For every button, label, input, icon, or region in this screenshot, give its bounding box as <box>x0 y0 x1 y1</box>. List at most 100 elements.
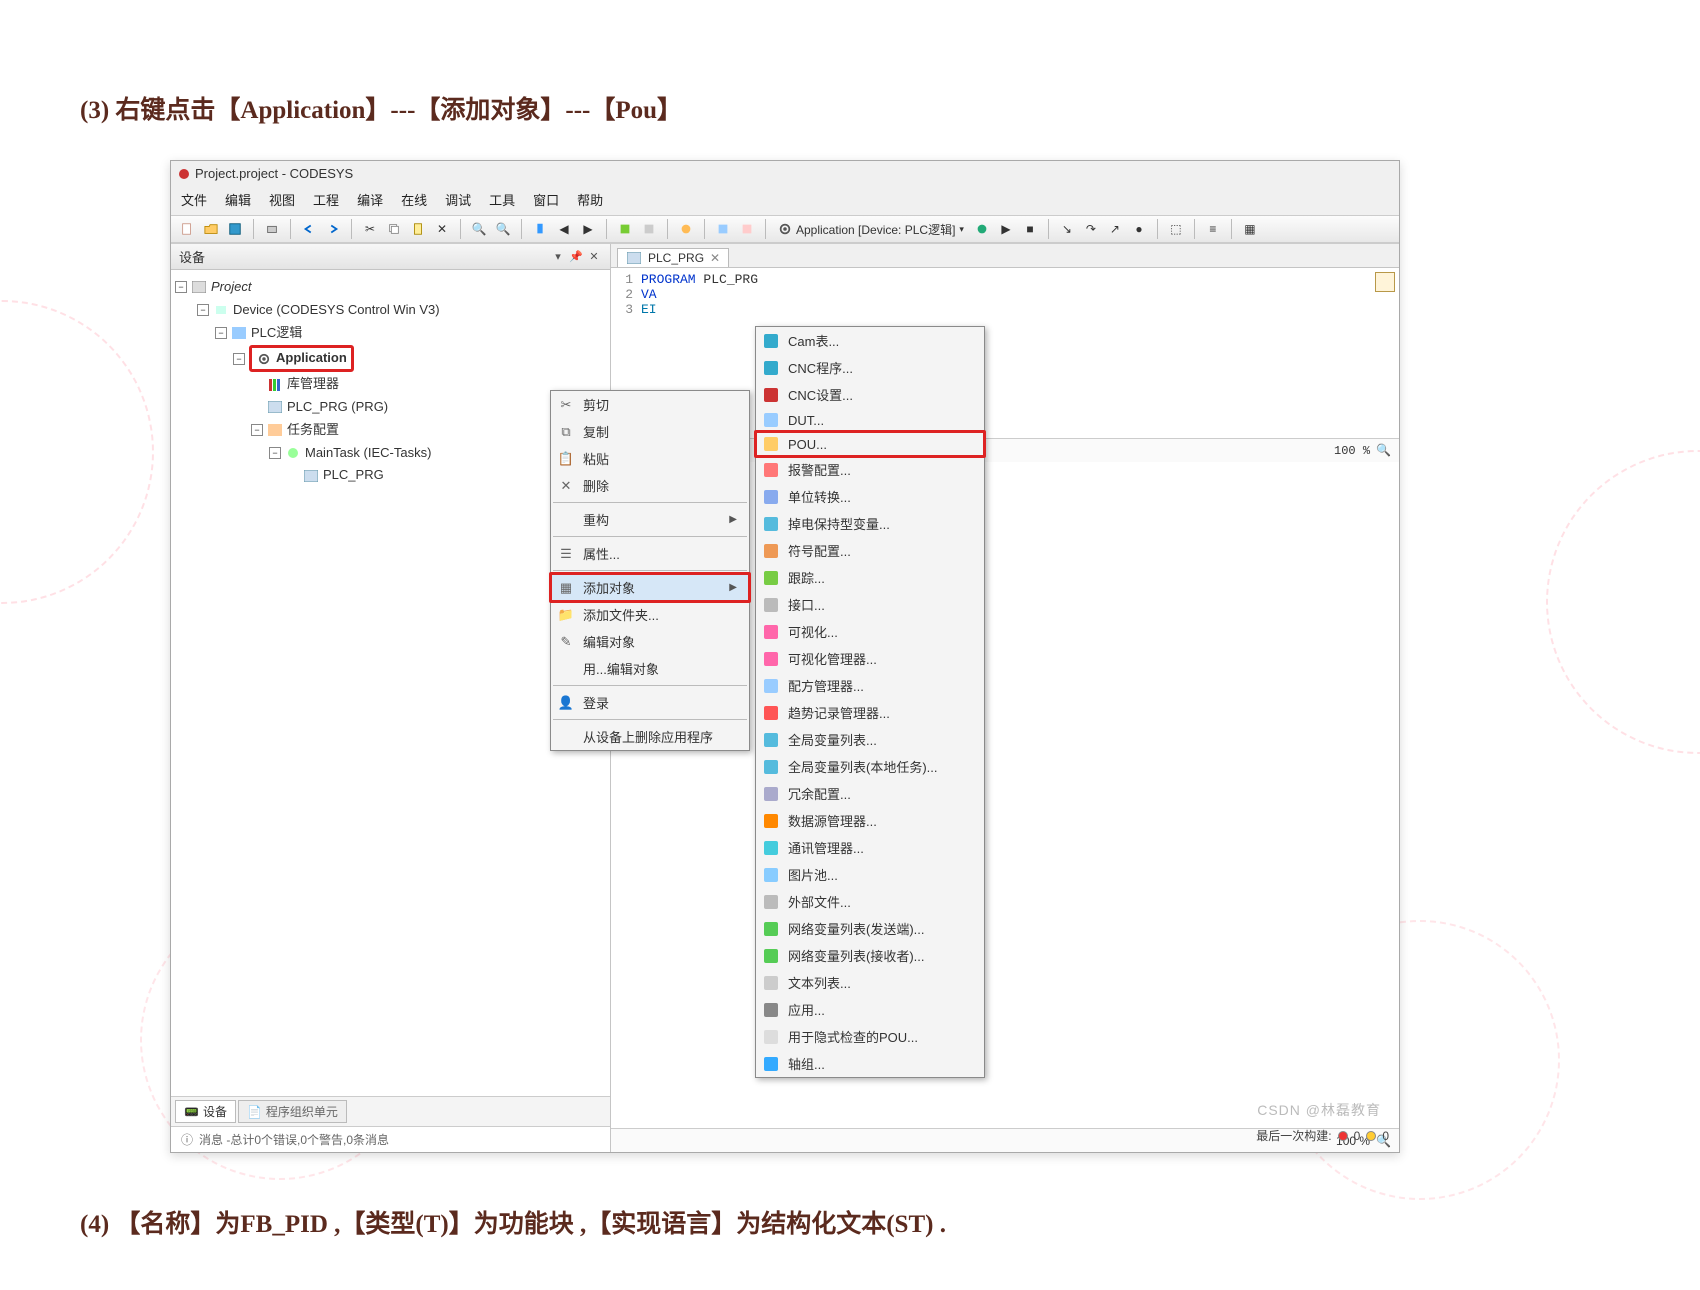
bookmark-prev-icon[interactable]: ◀ <box>554 219 574 239</box>
submenu-item[interactable]: 轴组... <box>756 1050 984 1077</box>
copy-icon[interactable] <box>384 219 404 239</box>
context-menu-item[interactable]: 👤登录 <box>551 689 749 716</box>
submenu-item[interactable]: CNC设置... <box>756 381 984 408</box>
delete-icon[interactable]: ✕ <box>432 219 452 239</box>
print-icon[interactable] <box>262 219 282 239</box>
bookmark-next-icon[interactable]: ▶ <box>578 219 598 239</box>
login2-icon[interactable] <box>713 219 733 239</box>
submenu-item[interactable]: POU... <box>756 432 984 456</box>
bookmark-icon[interactable] <box>530 219 550 239</box>
toggle-icon[interactable]: − <box>251 424 263 436</box>
context-menu-item[interactable]: ✂剪切 <box>551 391 749 418</box>
submenu-item[interactable]: 应用... <box>756 996 984 1023</box>
panel-dropdown-icon[interactable]: ▾ <box>550 250 566 264</box>
submenu-item[interactable]: 掉电保持型变量... <box>756 510 984 537</box>
step-out-icon[interactable]: ↗ <box>1105 219 1125 239</box>
close-tab-icon[interactable]: ✕ <box>710 251 720 265</box>
find-icon[interactable]: 🔍 <box>469 219 489 239</box>
redo-icon[interactable] <box>323 219 343 239</box>
menu-file[interactable]: 文件 <box>181 190 207 209</box>
zoom-icon[interactable]: 🔍 <box>1376 443 1391 458</box>
submenu-item[interactable]: 接口... <box>756 591 984 618</box>
submenu-item[interactable]: 外部文件... <box>756 888 984 915</box>
menu-project[interactable]: 工程 <box>313 190 339 209</box>
find-next-icon[interactable]: 🔍 <box>493 219 513 239</box>
submenu-item[interactable]: 符号配置... <box>756 537 984 564</box>
tree-plc-logic[interactable]: − PLC逻辑 <box>175 322 606 345</box>
toggle-icon[interactable]: − <box>175 281 187 293</box>
context-menu-item[interactable]: ✎编辑对象 <box>551 628 749 655</box>
submenu-item[interactable]: Cam表... <box>756 327 984 354</box>
tree-plc-prg[interactable]: PLC_PRG (PRG) <box>175 396 606 419</box>
app-selector[interactable]: Application [Device: PLC逻辑] ▾ <box>774 221 968 238</box>
submenu-item[interactable]: 报警配置... <box>756 456 984 483</box>
menu-edit[interactable]: 编辑 <box>225 190 251 209</box>
submenu-item[interactable]: 单位转换... <box>756 483 984 510</box>
submenu-item[interactable]: 文本列表... <box>756 969 984 996</box>
tool-a-icon[interactable]: ⬚ <box>1166 219 1186 239</box>
tree-plc-prg-2[interactable]: PLC_PRG <box>175 464 606 487</box>
menu-view[interactable]: 视图 <box>269 190 295 209</box>
sim-icon[interactable] <box>676 219 696 239</box>
editor-tab-plc-prg[interactable]: PLC_PRG ✕ <box>617 248 729 267</box>
context-menu-item[interactable]: 📋粘贴 <box>551 445 749 472</box>
submenu-item[interactable]: DUT... <box>756 408 984 432</box>
submenu-item[interactable]: 全局变量列表... <box>756 726 984 753</box>
step-over-icon[interactable]: ↷ <box>1081 219 1101 239</box>
context-menu-item[interactable]: ⧉复制 <box>551 418 749 445</box>
step-into-icon[interactable]: ↘ <box>1057 219 1077 239</box>
context-menu-item[interactable]: 重构▶ <box>551 506 749 533</box>
tab-devices[interactable]: 📟 设备 <box>175 1100 236 1123</box>
menu-debug[interactable]: 调试 <box>445 190 471 209</box>
logout-icon[interactable] <box>737 219 757 239</box>
submenu-item[interactable]: 图片池... <box>756 861 984 888</box>
submenu-item[interactable]: 可视化管理器... <box>756 645 984 672</box>
tool-b-icon[interactable]: ≡ <box>1203 219 1223 239</box>
context-menu-item[interactable]: ✕删除 <box>551 472 749 499</box>
new-icon[interactable] <box>177 219 197 239</box>
submenu-item[interactable]: 跟踪... <box>756 564 984 591</box>
toggle-icon[interactable]: − <box>233 353 245 365</box>
submenu-item[interactable]: 趋势记录管理器... <box>756 699 984 726</box>
submenu-item[interactable]: 全局变量列表(本地任务)... <box>756 753 984 780</box>
tree-project[interactable]: − Project <box>175 276 606 299</box>
login3-icon[interactable] <box>972 219 992 239</box>
editor-toggle-icon[interactable] <box>1375 272 1395 292</box>
messages-status[interactable]: ⓘ 消息 -总计0个错误,0个警告,0条消息 <box>171 1126 610 1152</box>
save-icon[interactable] <box>225 219 245 239</box>
submenu-item[interactable]: 用于隐式检查的POU... <box>756 1023 984 1050</box>
toggle-icon[interactable]: − <box>197 304 209 316</box>
tree-maintask[interactable]: − MainTask (IEC-Tasks) <box>175 442 606 465</box>
context-menu-item[interactable]: ☰属性... <box>551 540 749 567</box>
menu-build[interactable]: 编译 <box>357 190 383 209</box>
submenu-item[interactable]: CNC程序... <box>756 354 984 381</box>
paste-icon[interactable] <box>408 219 428 239</box>
tree-task-cfg[interactable]: − 任务配置 <box>175 419 606 442</box>
submenu-item[interactable]: 通讯管理器... <box>756 834 984 861</box>
tree-device[interactable]: − Device (CODESYS Control Win V3) <box>175 299 606 322</box>
context-menu-item[interactable]: 从设备上删除应用程序 <box>551 723 749 750</box>
toggle-icon[interactable]: − <box>269 447 281 459</box>
tree-lib-mgr[interactable]: 库管理器 <box>175 373 606 396</box>
stop-icon[interactable]: ■ <box>1020 219 1040 239</box>
tree-application[interactable]: − Application <box>175 344 606 373</box>
submenu-item[interactable]: 配方管理器... <box>756 672 984 699</box>
cut-icon[interactable]: ✂ <box>360 219 380 239</box>
submenu-item[interactable]: 数据源管理器... <box>756 807 984 834</box>
toggle-icon[interactable]: − <box>215 327 227 339</box>
context-menu-item[interactable]: 用...编辑对象 <box>551 655 749 682</box>
context-menu-item[interactable]: 📁添加文件夹... <box>551 601 749 628</box>
submenu-item[interactable]: 网络变量列表(发送端)... <box>756 915 984 942</box>
menu-tools[interactable]: 工具 <box>489 190 515 209</box>
menu-online[interactable]: 在线 <box>401 190 427 209</box>
panel-close-icon[interactable]: ✕ <box>586 250 602 264</box>
panel-pin-icon[interactable]: 📌 <box>568 250 584 264</box>
context-menu-item[interactable]: ▦添加对象▶ <box>550 573 750 602</box>
build-icon[interactable] <box>615 219 635 239</box>
open-icon[interactable] <box>201 219 221 239</box>
tool-c-icon[interactable]: ▦ <box>1240 219 1260 239</box>
menu-window[interactable]: 窗口 <box>533 190 559 209</box>
tab-pou[interactable]: 📄 程序组织单元 <box>238 1100 347 1123</box>
undo-icon[interactable] <box>299 219 319 239</box>
submenu-item[interactable]: 可视化... <box>756 618 984 645</box>
